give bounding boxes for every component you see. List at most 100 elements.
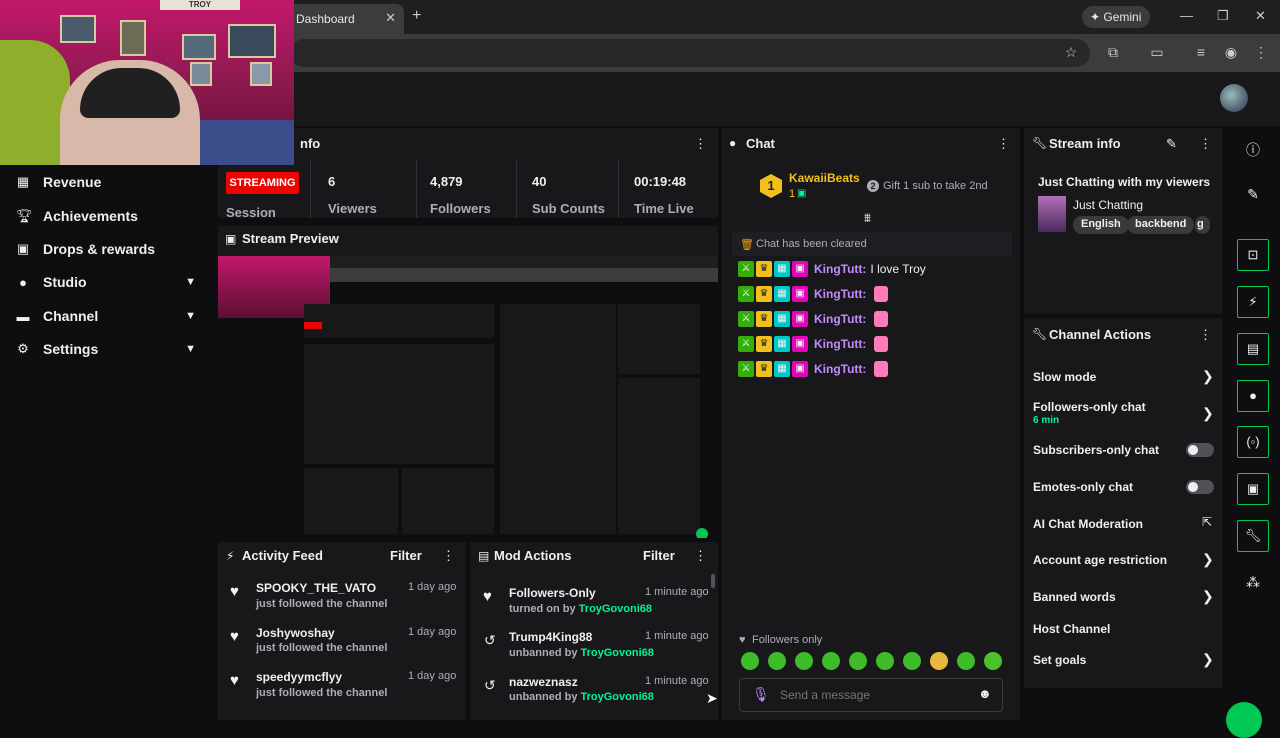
minimize-icon[interactable]: — [1180,8,1193,23]
mic-icon[interactable]: 🎙︎ [752,686,770,703]
scrollbar[interactable] [711,574,715,588]
emote-button[interactable] [822,652,840,670]
set-goals-item[interactable]: Set goals [1033,653,1086,667]
sidebar-item-settings[interactable]: ⚙ Settings ▼ [16,337,206,361]
kebab-menu-icon[interactable]: ⋮ [1199,136,1212,152]
list-item[interactable]: Trump4King88 [509,630,592,644]
emote-icon [874,361,889,377]
edit-pencil-icon[interactable]: ✎ [1166,136,1177,152]
emote-button[interactable] [795,652,813,670]
avatar[interactable] [1220,84,1248,112]
tag[interactable]: g [1195,216,1210,234]
emoji-icon[interactable]: ☻ [978,686,992,701]
clip-button[interactable]: ⊡ [1237,239,1269,271]
emote-button[interactable] [768,652,786,670]
edit-pencil-icon[interactable]: ✎ [1244,186,1262,203]
tab-close-icon[interactable]: ✕ [385,10,396,26]
address-bar[interactable] [290,39,1090,67]
chevron-right-icon[interactable]: ❯ [1202,405,1214,422]
activity-sub: just followed the channel [256,642,388,654]
bolt-button[interactable]: ⚡︎ [1237,286,1269,318]
kebab-menu-icon[interactable]: ⋮ [442,548,455,564]
followers-only-item[interactable]: Followers-only chat [1033,400,1146,414]
host-channel-item[interactable]: Host Channel [1033,622,1110,636]
maximize-icon[interactable]: ❐ [1217,8,1229,24]
browser-profile-icon[interactable]: ◉ [1222,44,1240,62]
chevron-down-icon[interactable]: ▼ [185,276,196,288]
share-icon[interactable]: ⁂ [1244,574,1262,591]
emote-button[interactable] [957,652,975,670]
chevron-right-icon[interactable]: ❯ [1202,651,1214,668]
sidebar-item-label: Settings [43,341,99,357]
tag[interactable]: backbend [1127,216,1195,234]
raid-button[interactable]: ▣ [1237,473,1269,505]
trophy-icon: 🏆︎ [16,208,33,223]
ai-moderation-item[interactable]: AI Chat Moderation [1033,517,1143,531]
chevron-down-icon[interactable]: ▼ [185,343,196,355]
tag[interactable]: English [1073,216,1129,234]
mod-filter-button[interactable]: Filter [643,548,675,563]
external-link-icon[interactable]: ⇱ [1202,515,1212,529]
slow-mode-item[interactable]: Slow mode [1033,370,1096,384]
activity-filter-button[interactable]: Filter [390,548,422,563]
emotes-only-toggle[interactable] [1186,480,1214,494]
collapse-icon[interactable]: ⩩ [864,210,871,226]
kebab-menu-icon[interactable]: ⋮ [1199,327,1212,343]
chat-message[interactable]: ⚔ ♛ ▦ ▣ KingTutt: [738,285,889,303]
sidebar-item-achievements[interactable]: 🏆︎ Achievements [16,204,206,228]
kebab-menu-icon[interactable]: ⋮ [997,136,1010,152]
emote-button[interactable] [984,652,1002,670]
chevron-right-icon[interactable]: ❯ [1202,551,1214,568]
kebab-menu-icon[interactable]: ⋮ [694,548,707,564]
sidebar-item-studio[interactable]: ● Studio ▼ [16,270,206,294]
gemini-button[interactable]: ✦ Gemini [1082,6,1150,28]
category-name[interactable]: Just Chatting [1073,198,1143,212]
list-item[interactable]: Joshywoshay [256,626,335,640]
list-item[interactable]: speedyymcflyy [256,670,342,684]
sidebar-item-drops[interactable]: ▣ Drops & rewards [16,237,206,261]
chat-message[interactable]: ⚔ ♛ ▦ ▣ KingTutt: [738,360,889,378]
extensions-icon[interactable]: ⧉ [1104,44,1122,62]
help-fab[interactable] [1226,702,1262,738]
browser-tab[interactable]: Dashboard ✕ [288,4,404,34]
chat-username[interactable]: KingTutt: [814,337,866,351]
new-tab-button[interactable]: + [412,7,421,25]
sidebar-item-revenue[interactable]: ▦ Revenue [16,170,206,194]
stream-preview-video[interactable] [218,256,718,538]
media-icon[interactable]: ≡ [1192,44,1210,62]
sidepanel-icon[interactable]: ▭ [1148,44,1166,62]
emote-button[interactable] [903,652,921,670]
chevron-right-icon[interactable]: ❯ [1202,588,1214,605]
chat-username[interactable]: KingTutt: [814,262,866,276]
broadcast-button[interactable]: (◦) [1237,426,1269,458]
list-item[interactable]: Followers-Only [509,586,596,600]
chat-button[interactable]: ● [1237,380,1269,412]
emote-button[interactable] [930,652,948,670]
window-close-icon[interactable]: ✕ [1255,8,1266,24]
list-item[interactable]: SPOOKY_THE_VATO [256,581,376,595]
chevron-down-icon[interactable]: ▼ [185,310,196,322]
banned-words-item[interactable]: Banned words [1033,590,1116,604]
kebab-menu-icon[interactable]: ⋮ [694,136,707,152]
top-gifter-name[interactable]: KawaiiBeats [789,171,860,185]
chat-message[interactable]: ⚔ ♛ ▦ ▣ KingTutt: [738,310,889,328]
bookmark-star-icon[interactable]: ☆ [1062,44,1080,62]
chat-message[interactable]: ⚔ ♛ ▦ ▣ KingTutt: [738,335,889,353]
chat-username[interactable]: KingTutt: [814,312,866,326]
browser-menu-icon[interactable]: ⋮ [1252,44,1270,62]
info-icon[interactable]: ⓘ [1244,140,1262,160]
chat-input[interactable] [780,686,970,704]
emote-button[interactable] [741,652,759,670]
emote-button[interactable] [849,652,867,670]
tools-button[interactable]: 🔧︎ [1237,520,1269,552]
account-age-item[interactable]: Account age restriction [1033,553,1167,567]
emote-button[interactable] [876,652,894,670]
list-item[interactable]: nazweznasz [509,675,578,689]
chevron-right-icon[interactable]: ❯ [1202,368,1214,385]
chat-username[interactable]: KingTutt: [814,287,866,301]
chat-username[interactable]: KingTutt: [814,362,866,376]
sidebar-item-channel[interactable]: ▬ Channel ▼ [16,304,206,328]
subscribers-only-toggle[interactable] [1186,443,1214,457]
notes-button[interactable]: ▤ [1237,333,1269,365]
chat-message[interactable]: ⚔ ♛ ▦ ▣ KingTutt: I love Troy [738,260,926,278]
